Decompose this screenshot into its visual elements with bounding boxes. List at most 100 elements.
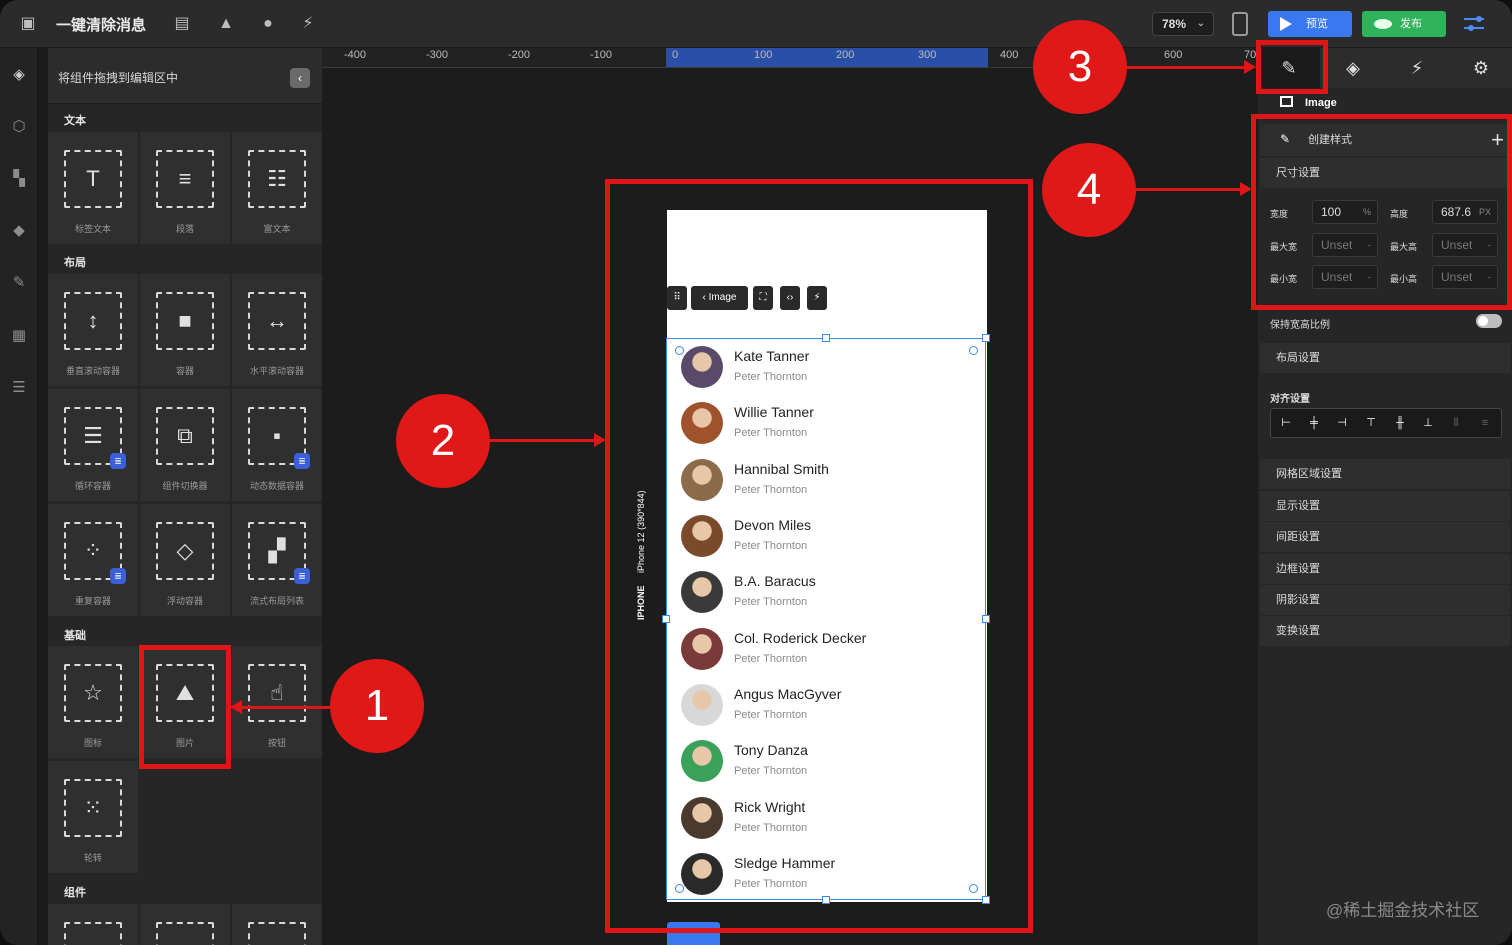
component-tile[interactable]: ↕ 垂直滚动容器 bbox=[48, 274, 138, 386]
align-bottom-icon[interactable]: ⊥ bbox=[1417, 413, 1439, 433]
section-title-components: 组件 bbox=[64, 887, 86, 899]
carousel-icon: ⁙ bbox=[64, 779, 122, 837]
tile-label: 容器 bbox=[175, 366, 194, 376]
component-name: Image bbox=[1305, 97, 1337, 109]
component-tile[interactable]: T 标签文本 bbox=[48, 132, 138, 244]
align-left-icon[interactable]: ⊢ bbox=[1275, 413, 1297, 433]
chevron-down-icon: ⌄ bbox=[1196, 18, 1205, 29]
component-tile[interactable]: ▞ ≣ 流式布局列表 bbox=[232, 504, 322, 616]
component-tile[interactable] bbox=[48, 904, 138, 945]
component-icon[interactable]: ◈ bbox=[1322, 48, 1384, 88]
shadow-settings-header[interactable]: 阴影设置 bbox=[1260, 585, 1510, 615]
tile-label: 轮转 bbox=[83, 853, 102, 863]
grid-settings-header[interactable]: 网格区域设置 bbox=[1260, 459, 1510, 489]
component-tile[interactable] bbox=[140, 904, 230, 945]
highlight-box-4 bbox=[1251, 114, 1512, 310]
database-icon: ≣ bbox=[110, 453, 126, 469]
repeat-container-icon: ⁘ ≣ bbox=[64, 522, 126, 584]
zoom-select[interactable]: 78% ⌄ bbox=[1152, 12, 1214, 36]
ruler-highlight bbox=[666, 48, 988, 67]
publish-button[interactable]: 发布 bbox=[1362, 11, 1446, 37]
document-icon[interactable]: ▤ bbox=[172, 14, 192, 34]
ruler-tick: -300 bbox=[426, 49, 449, 61]
align-center-v-icon[interactable]: ╫ bbox=[1389, 413, 1411, 433]
component-tile[interactable]: ■ 容器 bbox=[140, 274, 230, 386]
transform-settings-header[interactable]: 变换设置 bbox=[1260, 616, 1510, 646]
components-icon[interactable]: ◈ bbox=[9, 65, 29, 85]
border-settings-header[interactable]: 边框设置 bbox=[1260, 554, 1510, 584]
component-tile[interactable]: ◇ 浮动容器 bbox=[140, 504, 230, 616]
highlight-box-2 bbox=[605, 179, 1033, 933]
component-tile[interactable]: ▪ ≣ 动态数据容器 bbox=[232, 389, 322, 501]
step-marker-1: 1 bbox=[330, 659, 424, 753]
component-tile[interactable]: ⁙ 轮转 bbox=[48, 761, 138, 873]
assets-icon[interactable]: ⬡ bbox=[9, 117, 29, 137]
settings-sliders-icon[interactable] bbox=[1464, 14, 1484, 34]
tile-label: 流式布局列表 bbox=[249, 596, 304, 606]
align-center-h-icon[interactable]: ╪ bbox=[1303, 413, 1325, 433]
tile-label: 动态数据容器 bbox=[249, 481, 304, 491]
component-tile[interactable]: ⁘ ≣ 重复容器 bbox=[48, 504, 138, 616]
component-tile[interactable]: ≡ 段落 bbox=[140, 132, 230, 244]
arrow-3 bbox=[1126, 60, 1256, 74]
tile-label: 水平滚动容器 bbox=[249, 366, 304, 376]
watermark: @稀土掘金技术社区 bbox=[1326, 901, 1480, 920]
plugins-icon[interactable]: ✎ bbox=[9, 273, 29, 293]
ruler-tick: 200 bbox=[836, 49, 855, 61]
vertical-scroll-icon: ↕ bbox=[64, 292, 122, 350]
collapse-panel-icon[interactable]: ‹ bbox=[290, 68, 310, 88]
layout-settings-header[interactable]: 布局设置 bbox=[1260, 343, 1510, 373]
star-icon: ☆ bbox=[64, 664, 122, 722]
data-icon[interactable]: ☰ bbox=[9, 378, 29, 398]
distribute-h-icon[interactable]: ⦀ bbox=[1445, 413, 1467, 433]
align-top-icon[interactable]: ⊤ bbox=[1360, 413, 1382, 433]
blocks-icon[interactable]: ▚ bbox=[9, 169, 29, 189]
step-marker-2: 2 bbox=[396, 394, 490, 488]
distribute-v-icon[interactable]: ≡ bbox=[1474, 413, 1496, 433]
keep-ratio-toggle[interactable] bbox=[1476, 314, 1502, 328]
flow-list-icon: ▞ ≣ bbox=[248, 522, 310, 584]
selected-component: Image bbox=[1280, 96, 1337, 109]
ruler-tick: -400 bbox=[344, 49, 367, 61]
database-icon: ≣ bbox=[294, 568, 310, 584]
zoom-value: 78% bbox=[1162, 17, 1187, 31]
component-tile[interactable]: ☆ 图标 bbox=[48, 646, 138, 758]
ruler-tick: 300 bbox=[918, 49, 937, 61]
ruler-tick: 600 bbox=[1164, 49, 1183, 61]
data-icon[interactable]: ⚙ bbox=[1450, 48, 1512, 88]
ruler-tick: 400 bbox=[1000, 49, 1019, 61]
spacing-settings-header[interactable]: 间距设置 bbox=[1260, 522, 1510, 552]
component-tile[interactable] bbox=[232, 904, 322, 945]
component-tile[interactable]: ↔ 水平滚动容器 bbox=[232, 274, 322, 386]
arrow-4 bbox=[1134, 182, 1252, 196]
publish-label: 发布 bbox=[1400, 18, 1422, 30]
drive-icon[interactable]: ▲ bbox=[216, 14, 236, 34]
paragraph-icon: ≡ bbox=[156, 150, 214, 208]
align-right-icon[interactable]: ⊣ bbox=[1331, 413, 1353, 433]
ruler-tick: -200 bbox=[508, 49, 531, 61]
highlight-box-3 bbox=[1256, 40, 1328, 94]
image-icon bbox=[1280, 96, 1293, 107]
theme-icon[interactable]: ● bbox=[258, 14, 278, 34]
component-tile[interactable]: ☝ 按钮 bbox=[232, 646, 322, 758]
event-lightning-icon[interactable]: ⚡ bbox=[1386, 48, 1448, 88]
preview-button[interactable]: 预览 bbox=[1268, 11, 1352, 37]
component-tile[interactable]: ☷ 富文本 bbox=[232, 132, 322, 244]
sidebar-toggle-icon[interactable]: ▣ bbox=[18, 14, 38, 34]
action-icon[interactable]: ⚡ bbox=[298, 14, 318, 34]
button-icon: ☝ bbox=[248, 664, 306, 722]
layers-icon[interactable]: ◆ bbox=[9, 221, 29, 241]
device-icon[interactable] bbox=[1232, 12, 1248, 36]
app-window: ▣ 一键清除消息 ▤ ▲ ● ⚡ 78% ⌄ 预览 发布 ◈ ⬡ ▚ ◆ ✎ ▦ … bbox=[0, 0, 1512, 945]
display-settings-header[interactable]: 显示设置 bbox=[1260, 491, 1510, 521]
tile-label: 富文本 bbox=[263, 224, 291, 234]
tile-label: 重复容器 bbox=[74, 596, 111, 606]
panel-header: 将组件拖拽到编辑区中 ‹ bbox=[48, 48, 322, 104]
label-text-icon: T bbox=[64, 150, 122, 208]
switcher-icon: ⧉ bbox=[156, 407, 214, 465]
pages-icon[interactable]: ▦ bbox=[9, 326, 29, 346]
section-title-layout: 布局 bbox=[64, 257, 86, 269]
component-tile[interactable]: ☰ ≣ 循环容器 bbox=[48, 389, 138, 501]
rich-text-icon: ☷ bbox=[248, 150, 306, 208]
component-tile[interactable]: ⧉ 组件切换器 bbox=[140, 389, 230, 501]
